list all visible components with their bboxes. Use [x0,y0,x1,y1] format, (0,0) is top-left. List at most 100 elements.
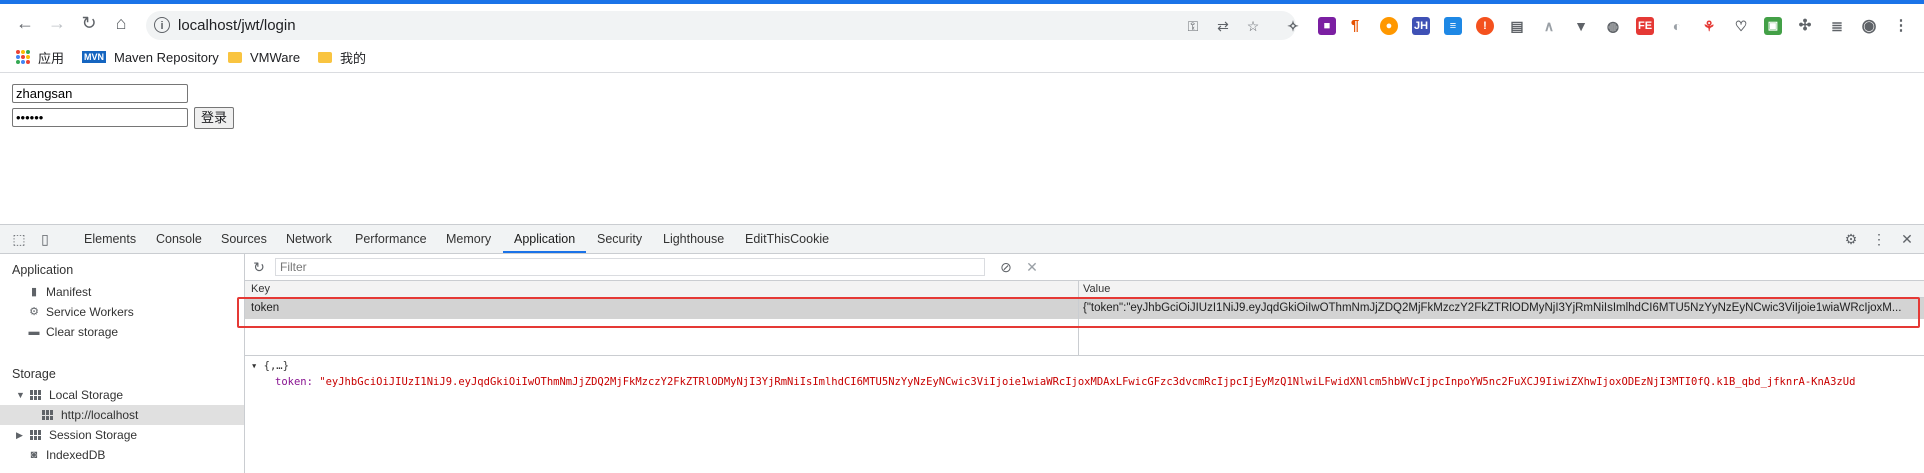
maven-icon: MVN [82,51,106,63]
storage-grid-icon [42,410,55,420]
preview-value: "eyJhbGciOiJIUzI1NiJ9.eyJqdGkiOiIwOThmNm… [319,376,1856,388]
sidebar-item-manifest[interactable]: ▮ Manifest [28,282,91,302]
tab-application[interactable]: Application [503,225,587,253]
collapsed-triangle-icon[interactable]: ▶ [16,425,26,445]
tab-lighthouse[interactable]: Lighthouse [663,225,724,253]
preview-object-summary: {,…} [263,360,289,372]
chrome-menu-icon[interactable]: ⋮ [1892,17,1910,35]
share-extension-icon[interactable]: ⚘ [1700,17,1718,35]
refresh-icon[interactable]: ↻ [250,258,268,276]
gear-icon: ⚙ [29,306,39,318]
tab-console[interactable]: Console [156,225,202,253]
filter-input[interactable]: Filter [275,258,985,276]
puzzle-extensions-icon[interactable]: ✣ [1796,17,1814,35]
sidebar-item-clear-storage[interactable]: ▬ Clear storage [28,322,119,342]
sidebar-item-label: Local Storage [49,388,124,402]
sidebar-item-local-storage[interactable]: ▼ Local Storage [16,385,123,405]
tab-network[interactable]: Network [286,225,332,253]
screenshot-extension-icon[interactable]: ▣ [1764,17,1782,35]
fe-extension-icon[interactable]: FE [1636,17,1654,35]
folder-icon [228,51,242,63]
vue-extension-icon[interactable]: ∧ [1540,17,1558,35]
sidebar-item-label: http://localhost [61,408,139,422]
password-input[interactable]: •••••• [12,108,188,127]
translate-icon[interactable]: ⇄ [1214,17,1232,35]
site-info-icon[interactable]: i [154,17,170,33]
red-highlight-annotation [237,297,1920,328]
globe-extension-icon[interactable]: ◍ [1604,17,1622,35]
tab-elements[interactable]: Elements [84,225,136,253]
tab-security[interactable]: Security [597,225,642,253]
cookie-extension-icon[interactable]: ● [1380,17,1398,35]
bookmark-label: VMWare [250,49,301,65]
mouse-extension-icon[interactable]: ◐ [1668,17,1686,35]
bookmark-mine[interactable]: 我的 [318,48,366,66]
sidebar-heading-storage: Storage [12,367,56,381]
alert-extension-icon[interactable]: ! [1476,17,1494,35]
database-icon: ◙ [30,449,38,461]
apps-grid-icon [16,50,30,64]
bookmark-maven[interactable]: MVN Maven Repository [82,48,219,66]
bookmark-apps[interactable]: 应用 [16,48,64,66]
devtools-tab-bar: ⬚ ▯ Elements Console Sources Network Per… [0,225,1924,254]
sidebar-item-label: Session Storage [49,428,138,442]
tab-performance[interactable]: Performance [355,225,427,253]
sidebar-item-label: Service Workers [46,305,134,319]
folder-icon [318,51,332,63]
preview-summary[interactable]: ▾ {,…} [251,360,289,372]
forward-arrow-icon[interactable]: → [44,10,70,36]
address-bar[interactable]: i localhost/jwt/login ⚿ ⇄ ☆ [146,11,1296,40]
storage-grid-icon [30,430,43,440]
sidebar-item-label: Clear storage [46,325,119,339]
profile-avatar-icon[interactable]: ◉ [1860,17,1878,35]
jh-extension-icon[interactable]: JH [1412,17,1430,35]
back-arrow-icon[interactable]: ← [12,10,38,36]
settings-gear-icon[interactable]: ⚙ [1842,230,1860,248]
tab-editthiscookie[interactable]: EditThisCookie [745,225,829,253]
extension-1-icon[interactable]: ✧ [1284,17,1302,35]
login-button[interactable]: 登录 [194,107,234,129]
browser-toolbar: ← → ↻ ⌂ i localhost/jwt/login ⚿ ⇄ ☆ ✧ ■ … [0,4,1924,42]
sidebar-item-indexeddb[interactable]: ◙ IndexedDB [28,445,106,465]
bookmarks-bar: 应用 MVN Maven Repository VMWare 我的 [0,42,1924,73]
preview-colon: : [306,376,320,388]
bookmark-label: 应用 [38,50,65,66]
bookmark-vmware[interactable]: VMWare [228,48,300,66]
notes-extension-icon[interactable]: ≡ [1444,17,1462,35]
pilcrow-extension-icon[interactable]: ¶ [1346,17,1364,35]
delete-selected-icon[interactable]: ✕ [1023,258,1041,276]
home-icon[interactable]: ⌂ [108,10,134,36]
pocket-extension-icon[interactable]: ♡ [1732,17,1750,35]
page-content: zhangsan •••••• 登录 [0,73,1924,224]
sidebar-item-localhost-origin[interactable]: http://localhost [42,405,138,425]
storage-toolbar: ↻ Filter ⊘ ✕ [245,254,1924,281]
extension-2-icon[interactable]: ■ [1318,17,1336,35]
media-control-icon[interactable]: ≣ [1828,17,1846,35]
tab-sources[interactable]: Sources [221,225,267,253]
column-header-key[interactable]: Key [251,281,270,297]
address-url[interactable]: localhost/jwt/login [178,17,296,34]
vuejs-devtools-icon[interactable]: ▼ [1572,17,1590,35]
sidebar-item-session-storage[interactable]: ▶ Session Storage [16,425,137,445]
clear-all-icon[interactable]: ⊘ [997,258,1015,276]
inspect-element-icon[interactable]: ⬚ [10,230,28,248]
document-icon: ▮ [30,286,38,298]
sidebar-heading-application: Application [12,263,74,277]
reload-icon[interactable]: ↻ [76,10,102,36]
column-header-value[interactable]: Value [1083,281,1110,297]
username-input[interactable]: zhangsan [12,84,188,103]
expand-triangle-icon[interactable]: ▾ [251,360,257,372]
key-icon[interactable]: ⚿ [1184,17,1202,35]
more-options-icon[interactable]: ⋮ [1870,230,1888,248]
star-bookmark-icon[interactable]: ☆ [1244,17,1262,35]
expanded-triangle-icon[interactable]: ▼ [16,385,26,405]
tab-memory[interactable]: Memory [446,225,491,253]
sidebar-item-label: IndexedDB [46,448,106,462]
trash-icon: ▬ [28,326,40,338]
close-devtools-icon[interactable]: ✕ [1898,230,1916,248]
devtools-panel: ⬚ ▯ Elements Console Sources Network Per… [0,224,1924,473]
device-toolbar-icon[interactable]: ▯ [36,230,54,248]
reader-extension-icon[interactable]: ▤ [1508,17,1526,35]
bookmark-label: Maven Repository [114,49,219,65]
sidebar-item-service-workers[interactable]: ⚙ Service Workers [28,302,134,322]
